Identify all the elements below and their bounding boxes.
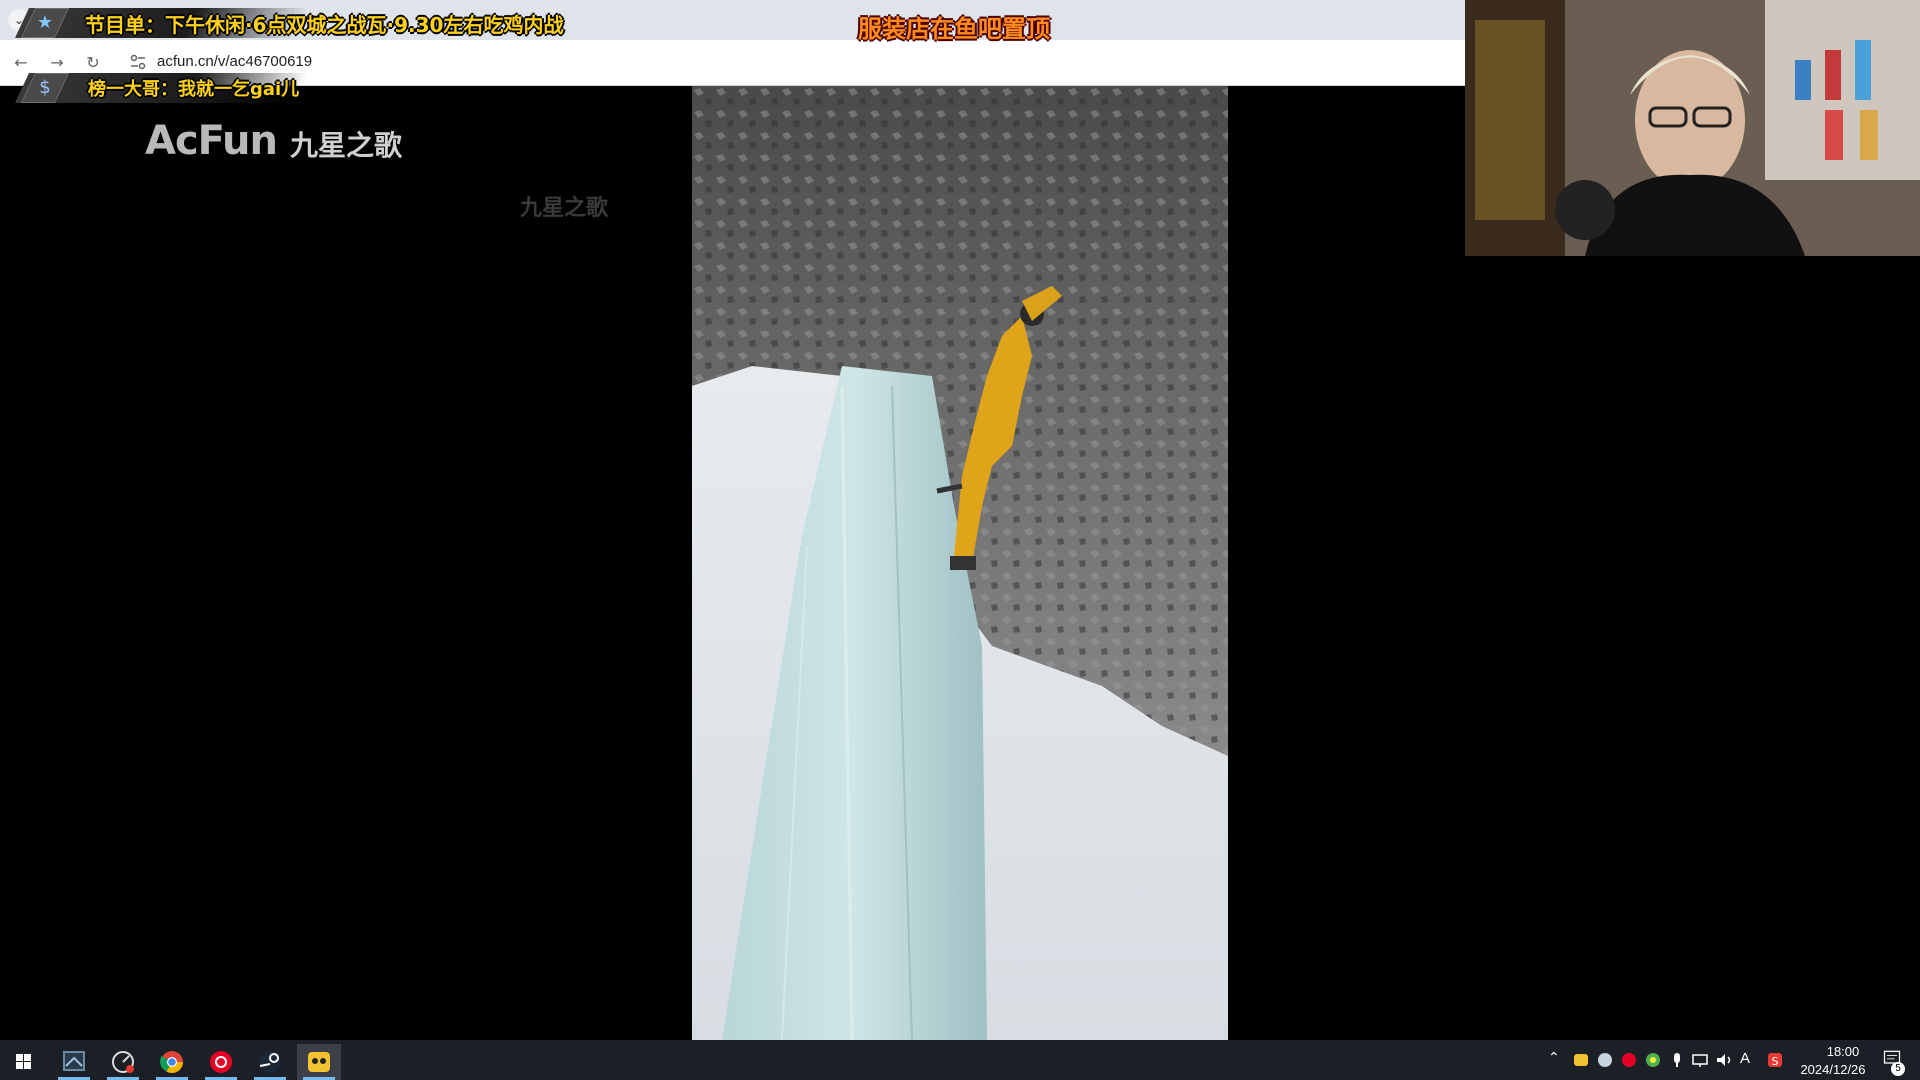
video-player[interactable] — [692, 86, 1228, 1040]
watermark-text: 九星之歌 — [520, 196, 609, 221]
channel-name: 九星之歌 — [290, 129, 403, 162]
screen-app-icon[interactable] — [52, 1044, 96, 1080]
volume-icon[interactable] — [1714, 1050, 1734, 1070]
dollar-icon: $ — [39, 77, 51, 98]
acfun-logo: AcFun — [145, 118, 278, 164]
bilibili-face-icon[interactable] — [297, 1044, 341, 1080]
network-icon[interactable] — [1690, 1050, 1710, 1070]
clock-time[interactable]: 18:00 — [1810, 1044, 1876, 1059]
star-icon: ★ — [36, 12, 54, 33]
url-field[interactable]: acfun.cn/v/ac46700619 — [157, 53, 312, 70]
steam-tray-icon[interactable] — [1596, 1050, 1614, 1070]
site-info-icon[interactable] — [129, 53, 147, 71]
screen: ⌄ ← → ↻ acfun.cn/v/ac46700619 ★ 节目单：下午休闲… — [0, 0, 1920, 1080]
streamer-webcam — [1465, 0, 1920, 256]
sogou-icon[interactable]: S — [1766, 1050, 1784, 1070]
pinned-notice: 服装店在鱼吧置顶 — [858, 15, 1050, 43]
chrome-icon[interactable] — [150, 1044, 194, 1080]
svg-text:S: S — [1772, 1055, 1779, 1068]
speed-app-icon[interactable] — [101, 1044, 145, 1080]
webcam-frame — [1465, 0, 1920, 256]
top-donor-text: 榜一大哥：我就一乞gai儿 — [88, 79, 300, 100]
music-tray-icon[interactable] — [1620, 1050, 1638, 1070]
clock-date[interactable]: 2024/12/26 — [1790, 1062, 1876, 1077]
forward-arrow-icon[interactable]: → — [46, 52, 68, 74]
mic-icon[interactable] — [1668, 1050, 1686, 1070]
netease-music-icon[interactable] — [199, 1044, 243, 1080]
schedule-text: 节目单：下午休闲·6点双城之战瓦·9.30左右吃鸡内战 — [85, 13, 564, 37]
ime-icon[interactable]: A — [1740, 1050, 1750, 1067]
chrome-tray-icon[interactable] — [1644, 1050, 1662, 1070]
reload-icon[interactable]: ↻ — [82, 52, 104, 74]
windows-start-icon[interactable] — [2, 1044, 46, 1080]
chevron-up-icon[interactable]: ⌃ — [1548, 1050, 1560, 1070]
video-frame — [692, 86, 1228, 1040]
notification-count: 5 — [1891, 1062, 1905, 1076]
app-tray-icon[interactable] — [1572, 1050, 1590, 1070]
steam-icon[interactable] — [248, 1044, 292, 1080]
back-arrow-icon[interactable]: ← — [10, 52, 32, 74]
